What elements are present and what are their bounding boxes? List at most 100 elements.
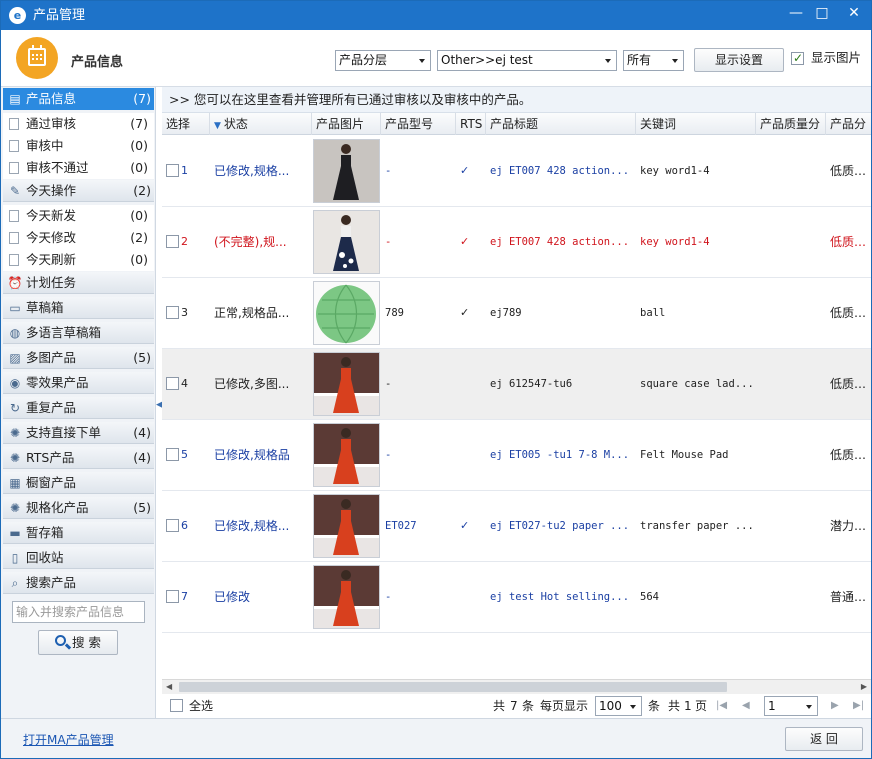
last-page-icon[interactable]: ▶| <box>853 694 864 718</box>
product-thumbnail[interactable] <box>313 494 380 558</box>
sidebar-group-2[interactable]: ⏰ 计划任务 <box>3 272 154 294</box>
product-thumbnail[interactable] <box>313 423 380 487</box>
row-title[interactable]: ej 612547-tu6 <box>490 349 634 419</box>
maximize-button[interactable]: □ <box>807 1 837 27</box>
document-icon <box>9 118 19 130</box>
column-header-2[interactable]: 产品图片 <box>312 113 381 135</box>
sidebar-group-3[interactable]: ▭ 草稿箱 <box>3 297 154 319</box>
row-checkbox[interactable] <box>166 448 179 461</box>
category-filter-select[interactable]: Other>>ej test <box>437 50 617 71</box>
column-header-1[interactable]: ▼ 状态 <box>210 113 312 135</box>
row-title[interactable]: ej ET007 428 action... <box>490 136 634 206</box>
scroll-left-icon[interactable]: ◀ <box>166 680 172 694</box>
table-row[interactable]: 5 已修改,规格品 - ej ET005 -tu1 7-8 M... Felt Mous… <box>162 420 871 491</box>
row-checkbox[interactable] <box>166 377 179 390</box>
column-header-7[interactable]: 产品质量分 <box>756 113 826 135</box>
collapse-sidebar-handle[interactable]: ◀ <box>156 399 163 411</box>
sidebar-group-4[interactable]: ◍ 多语言草稿箱 <box>3 322 154 344</box>
sidebar-group-11[interactable]: ✺ 规格化产品 (5) <box>3 497 154 519</box>
table-row[interactable]: 6 已修改,规格... ET027 ✓ ej ET027-tu2 paper ... tr… <box>162 491 871 562</box>
draft-box-icon: ▭ <box>9 301 21 315</box>
sidebar-group-13[interactable]: ▯ 回收站 <box>3 547 154 569</box>
row-title[interactable]: ej test Hot selling... <box>490 562 634 632</box>
horizontal-scrollbar[interactable]: ◀ ▶ <box>162 679 871 694</box>
sidebar-group-0[interactable]: ▤ 产品信息 (7) <box>3 88 154 110</box>
column-header-5[interactable]: 产品标题 <box>486 113 636 135</box>
sidebar-group-label: 搜索产品 <box>26 575 77 590</box>
scroll-right-icon[interactable]: ▶ <box>861 680 867 694</box>
search-button[interactable]: 搜 索 <box>38 630 118 655</box>
product-thumbnail[interactable] <box>313 565 380 629</box>
page-select[interactable]: 1 <box>764 696 818 716</box>
sidebar-subitem-sub_product_info-1[interactable]: 审核中 (0) <box>3 135 154 157</box>
prev-page-icon[interactable]: ◀ <box>742 694 750 718</box>
table-row[interactable]: 2 (不完整),规... - ✓ ej ET007 428 action... key w… <box>162 207 871 278</box>
sidebar-group-label: 暂存箱 <box>26 525 64 540</box>
row-checkbox[interactable] <box>166 235 179 248</box>
sidebar-group-10[interactable]: ▦ 橱窗产品 <box>3 472 154 494</box>
layer-filter-select[interactable]: 产品分层 <box>335 50 431 71</box>
row-status: 正常,规格品... <box>214 306 290 320</box>
table-row[interactable]: 3 正常,规格品... 789 ✓ ej789 ball 低质产品 <box>162 278 871 349</box>
open-ma-link[interactable]: 打开MA产品管理 <box>23 731 114 748</box>
row-keyword: 564 <box>640 591 659 603</box>
sidebar-subitem-sub_today-2[interactable]: 今天刷新 (0) <box>3 249 154 271</box>
row-title[interactable]: ej ET005 -tu1 7-8 M... <box>490 420 634 490</box>
close-button[interactable]: ✕ <box>839 1 869 27</box>
calendar-icon <box>16 37 58 79</box>
sidebar-subitem-sub_today-0[interactable]: 今天新发 (0) <box>3 205 154 227</box>
row-checkbox[interactable] <box>166 590 179 603</box>
sidebar-group-12[interactable]: ▬ 暂存箱 <box>3 522 154 544</box>
column-header-0[interactable]: 选择 <box>162 113 210 135</box>
row-title[interactable]: ej ET007 428 action... <box>490 207 634 277</box>
scrollbar-thumb[interactable] <box>179 682 727 692</box>
table-row[interactable]: 1 已修改,规格... - ✓ ej ET007 428 action... key wo… <box>162 136 871 207</box>
sidebar-subitem-sub_product_info-2[interactable]: 审核不通过 (0) <box>3 157 154 179</box>
globe-icon: ◍ <box>9 326 21 340</box>
sidebar-subitem-sub_today-1[interactable]: 今天修改 (2) <box>3 227 154 249</box>
select-all-checkbox[interactable] <box>170 699 183 712</box>
sidebar-group-1[interactable]: ✎ 今天操作 (2) <box>3 180 154 202</box>
sidebar-group-label: 橱窗产品 <box>26 475 77 490</box>
column-header-label: 产品标题 <box>490 117 539 131</box>
column-header-8[interactable]: 产品分 <box>826 113 871 135</box>
row-title[interactable]: ej ET027-tu2 paper ... <box>490 491 634 561</box>
table-row[interactable]: 7 已修改 - ej test Hot selling... 564 普通产品 <box>162 562 871 633</box>
product-grid: 选择 ▼ 状态 产品图片 产品型号 RTS 产品标题 关键词 产品质量分 产品分 1 已修改,规格.… <box>162 113 871 679</box>
sidebar-group-6[interactable]: ◉ 零效果产品 <box>3 372 154 394</box>
total-unit: 条 <box>522 699 535 713</box>
table-row[interactable]: 4 已修改,多图... - ej 612547-tu6 square case lad.… <box>162 349 871 420</box>
chevron-down-icon <box>419 59 425 63</box>
first-page-icon[interactable]: |◀ <box>716 694 727 718</box>
show-images-toggle[interactable]: 显示图片 <box>791 50 861 66</box>
sidebar-group-14[interactable]: ⌕ 搜索产品 <box>3 572 154 594</box>
sidebar-group-5[interactable]: ▨ 多图产品 (5) <box>3 347 154 369</box>
row-title[interactable]: ej789 <box>490 278 634 348</box>
product-thumbnail[interactable] <box>313 352 380 416</box>
row-checkbox[interactable] <box>166 164 179 177</box>
per-page-select[interactable]: 100 <box>595 696 642 716</box>
sidebar-group-9[interactable]: ✺ RTS产品 (4) <box>3 447 154 469</box>
sidebar-group-label: RTS产品 <box>26 450 75 465</box>
next-page-icon[interactable]: ▶ <box>831 694 839 718</box>
product-thumbnail[interactable] <box>313 210 380 274</box>
row-checkbox[interactable] <box>166 519 179 532</box>
display-settings-button[interactable]: 显示设置 <box>694 48 784 72</box>
bulb-icon: ✺ <box>9 426 21 440</box>
column-header-6[interactable]: 关键词 <box>636 113 756 135</box>
rts-check-icon <box>460 562 484 632</box>
product-thumbnail[interactable] <box>313 139 380 203</box>
column-header-3[interactable]: 产品型号 <box>381 113 456 135</box>
sidebar-group-7[interactable]: ↻ 重复产品 <box>3 397 154 419</box>
rts-check-icon: ✓ <box>460 306 470 319</box>
search-product-input[interactable]: 输入并搜索产品信息 <box>12 601 145 623</box>
row-checkbox[interactable] <box>166 306 179 319</box>
sidebar-subitem-sub_product_info-0[interactable]: 通过审核 (7) <box>3 113 154 135</box>
show-images-checkbox[interactable] <box>791 50 804 66</box>
back-button[interactable]: 返 回 <box>785 727 863 751</box>
per-page-label: 每页显示 <box>540 699 589 713</box>
column-header-4[interactable]: RTS <box>456 113 486 135</box>
product-thumbnail[interactable] <box>313 281 380 345</box>
sidebar-group-8[interactable]: ✺ 支持直接下单 (4) <box>3 422 154 444</box>
status-filter-select[interactable]: 所有 <box>623 50 684 71</box>
